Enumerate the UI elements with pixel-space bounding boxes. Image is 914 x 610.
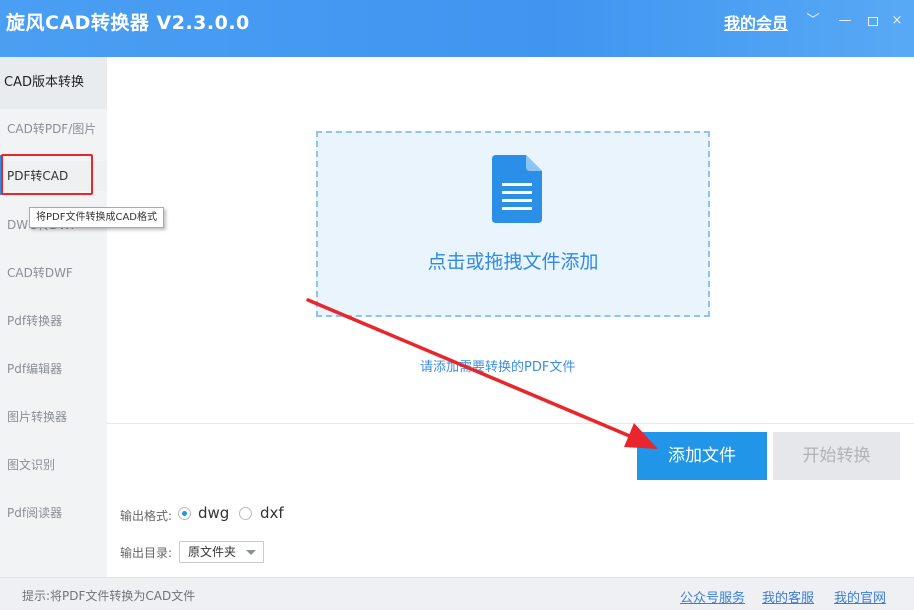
status-bar: 提示:将PDF文件转换为CAD文件 公众号服务 我的客服 我的官网 (0, 577, 914, 610)
output-dir-value: 原文件夹 (188, 545, 237, 559)
app-window: 旋风CAD转换器 V2.3.0.0 我的会员 ﹀ — × CAD版本转换 CAD… (0, 0, 914, 610)
maximize-button[interactable] (866, 14, 880, 28)
sidebar-item-pdf-reader[interactable]: Pdf阅读器 (0, 498, 107, 528)
add-files-button[interactable]: 添加文件 (637, 432, 767, 480)
title-bar: 旋风CAD转换器 V2.3.0.0 我的会员 ﹀ — × (0, 0, 914, 57)
my-membership-link[interactable]: 我的会员 (724, 10, 788, 34)
sidebar-item-pdf-editor[interactable]: Pdf编辑器 (0, 354, 107, 384)
sidebar-item-cad-to-dwf[interactable]: CAD转DWF (0, 258, 107, 288)
file-drop-zone[interactable]: 点击或拖拽文件添加 (316, 131, 710, 317)
close-button[interactable]: × (890, 14, 904, 28)
output-dir-select[interactable]: 原文件夹 (179, 541, 264, 563)
chevron-down-icon (246, 550, 256, 555)
sidebar-item-ocr[interactable]: 图文识别 (0, 450, 107, 480)
radio-dxf[interactable] (239, 507, 252, 520)
sidebar: CAD版本转换 CAD转PDF/图片 PDF转CAD DWG转DWF CAD转D… (0, 57, 107, 577)
divider (107, 423, 914, 424)
output-dir-label: 输出目录: (120, 546, 173, 560)
status-text: 提示:将PDF文件转换为CAD文件 (22, 589, 196, 603)
sidebar-item-cad-to-pdf[interactable]: CAD转PDF/图片 (0, 114, 107, 144)
wechat-service-link[interactable]: 公众号服务 (680, 587, 745, 606)
radio-dwg[interactable] (178, 507, 191, 520)
start-convert-button[interactable]: 开始转换 (773, 432, 900, 480)
customer-service-link[interactable]: 我的客服 (762, 587, 814, 606)
app-title: 旋风CAD转换器 V2.3.0.0 (6, 12, 250, 34)
sidebar-item-image-converter[interactable]: 图片转换器 (0, 402, 107, 432)
add-file-hint: 请添加需要转换的PDF文件 (420, 360, 576, 375)
highlight-box (1, 154, 93, 195)
radio-dxf-label: dxf (260, 504, 284, 522)
drop-zone-text: 点击或拖拽文件添加 (427, 251, 599, 273)
output-format-label: 输出格式: (120, 509, 173, 523)
minimize-button[interactable]: — (838, 14, 852, 28)
chevron-down-icon[interactable]: ﹀ (806, 14, 820, 28)
sidebar-item-pdf-converter[interactable]: Pdf转换器 (0, 306, 107, 336)
maximize-icon (868, 17, 878, 26)
radio-dwg-label: dwg (198, 504, 230, 522)
tooltip: 将PDF文件转换成CAD格式 (29, 207, 165, 228)
document-icon (492, 155, 542, 223)
sidebar-header[interactable]: CAD版本转换 (0, 57, 107, 109)
official-site-link[interactable]: 我的官网 (834, 587, 886, 606)
